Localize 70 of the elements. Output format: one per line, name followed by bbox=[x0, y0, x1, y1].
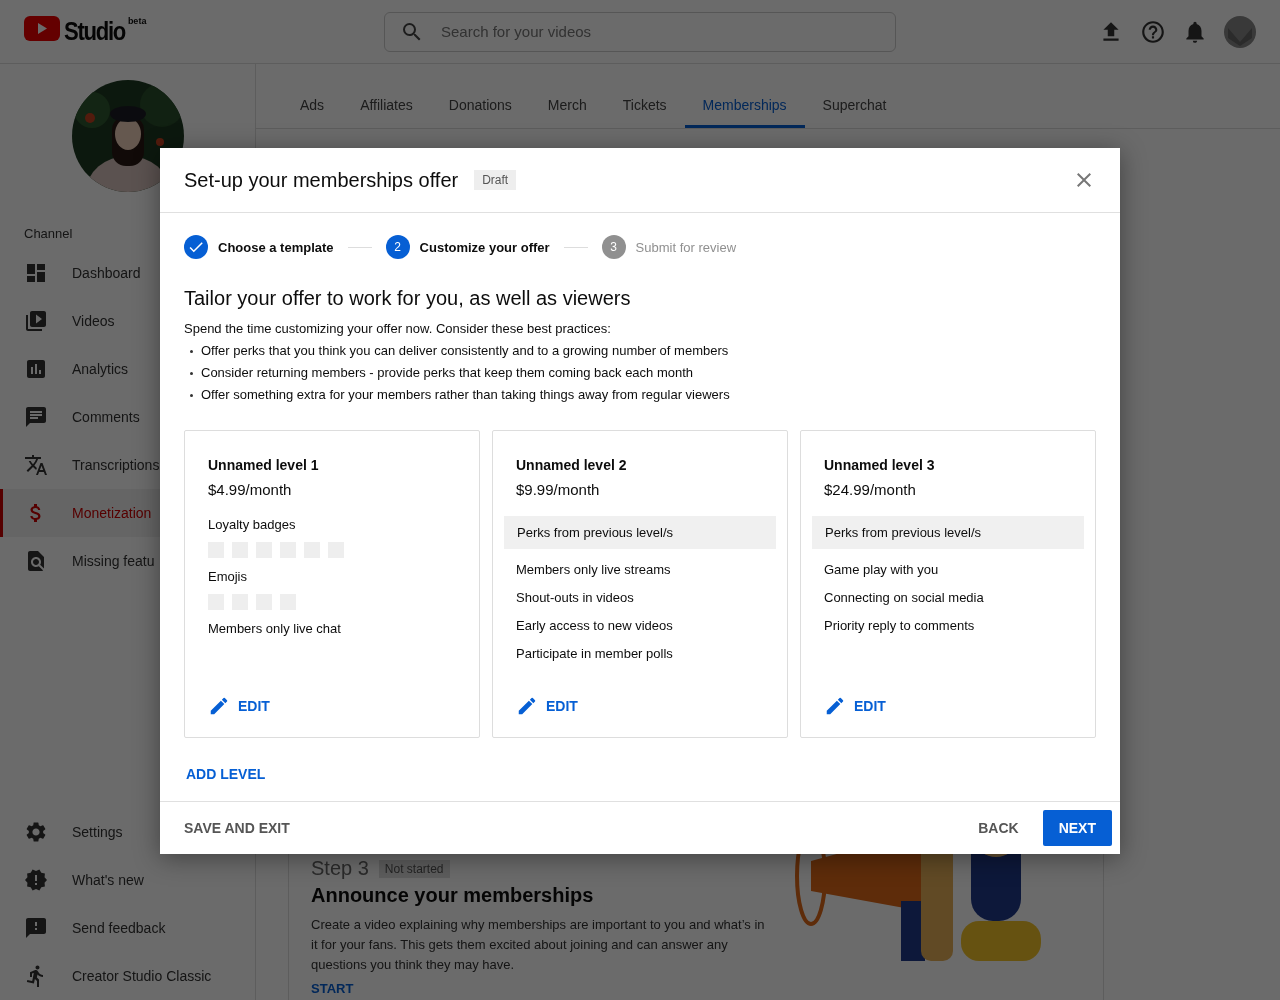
card-title: Announce your memberships bbox=[311, 884, 595, 907]
pencil-icon bbox=[824, 695, 846, 717]
bullet-icon bbox=[190, 349, 193, 353]
perk-text: Emojis bbox=[208, 568, 248, 586]
perk-text: Early access to new videos bbox=[516, 617, 674, 635]
bullet-icon bbox=[190, 371, 193, 375]
step-number: 3 bbox=[601, 235, 626, 259]
edit-button[interactable]: EDIT bbox=[208, 695, 270, 717]
nav-item[interactable]: Send feedback bbox=[0, 904, 255, 952]
level-name: Unnamed level 2 bbox=[516, 457, 628, 473]
step-label: Step 3 bbox=[311, 857, 369, 880]
draft-badge: Draft bbox=[474, 170, 517, 190]
perk-text: Game play with you bbox=[824, 561, 940, 579]
step-label: Choose a template bbox=[218, 239, 334, 255]
beta-label: beta bbox=[127, 16, 147, 26]
tab[interactable]: Superchat bbox=[804, 97, 905, 128]
badge-alert-icon bbox=[24, 868, 48, 892]
tab[interactable]: Donations bbox=[430, 97, 530, 128]
bullet-text: Offer perks that you think you can deliver consistently and to a growing number of members bbox=[201, 342, 729, 360]
back-button[interactable]: BACK bbox=[962, 810, 1035, 846]
pencil-icon bbox=[208, 695, 230, 717]
level-name: Unnamed level 3 bbox=[824, 457, 936, 473]
search-field[interactable]: Search for your videos bbox=[384, 11, 896, 52]
account-avatar-icon[interactable] bbox=[1224, 15, 1256, 48]
intro-text: Spend the time customizing your offer now. Consider these best practices: bbox=[184, 320, 612, 338]
step-label: Submit for review bbox=[635, 239, 737, 255]
step-label: Customize your offer bbox=[419, 239, 550, 255]
perk-text: Priority reply to comments bbox=[824, 617, 976, 635]
step-number: 2 bbox=[385, 235, 410, 259]
video-library-icon bbox=[24, 309, 48, 333]
help-icon[interactable] bbox=[1140, 18, 1166, 45]
settings-icon bbox=[24, 820, 48, 844]
pencil-icon bbox=[516, 695, 538, 717]
perk-text: Participate in member polls bbox=[516, 645, 674, 663]
perk-text: Members only live chat bbox=[208, 620, 342, 638]
perk-text: Shout-outs in videos bbox=[516, 589, 635, 607]
level-price: $9.99/month bbox=[516, 481, 601, 498]
feedback-icon bbox=[24, 916, 48, 940]
next-button[interactable]: NEXT bbox=[1042, 810, 1112, 846]
add-level-button[interactable]: ADD LEVEL bbox=[186, 766, 266, 782]
comment-icon bbox=[24, 405, 48, 429]
tab[interactable]: Merch bbox=[529, 97, 605, 128]
dashboard-icon bbox=[24, 261, 48, 285]
dialog-title: Set-up your memberships offer bbox=[184, 168, 459, 192]
logo-text: Studio bbox=[64, 16, 126, 47]
level-price: $24.99/month bbox=[824, 481, 917, 498]
nav-item[interactable]: What's new bbox=[0, 856, 255, 904]
nav-item[interactable]: Creator Studio Classic bbox=[0, 952, 255, 1000]
tab[interactable]: Affiliates bbox=[342, 97, 431, 128]
tab[interactable]: Ads bbox=[282, 97, 343, 128]
translate-icon bbox=[24, 453, 48, 477]
bullet-text: Consider returning members - provide perks that keep them coming back each month bbox=[201, 364, 694, 382]
bullet-text: Offer something extra for your members rather than taking things away from regular viewers bbox=[201, 386, 730, 404]
play-logo-icon bbox=[24, 16, 60, 41]
section-label: Channel bbox=[24, 226, 73, 241]
card-description: Create a video explaining why memberships are important to you and what’s in it for your fans. This gets them excited about joining and can answer any questions you think they may have. bbox=[311, 916, 766, 974]
edit-button[interactable]: EDIT bbox=[824, 695, 886, 717]
section-heading: Tailor your offer to work for you, as well as viewers bbox=[184, 287, 632, 310]
save-and-exit-button[interactable]: SAVE AND EXIT bbox=[184, 810, 306, 846]
bar-chart-icon bbox=[24, 357, 48, 381]
inherited-perks-bar: Perks from previous level/s bbox=[504, 516, 776, 549]
edit-button[interactable]: EDIT bbox=[516, 695, 578, 717]
level-name: Unnamed level 1 bbox=[208, 457, 320, 473]
inherited-perks-bar: Perks from previous level/s bbox=[812, 516, 1084, 549]
perk-text: Members only live streams bbox=[516, 561, 672, 579]
perk-text: Connecting on social media bbox=[824, 589, 985, 607]
bullet-icon bbox=[190, 393, 193, 397]
tab[interactable]: Tickets bbox=[604, 97, 685, 128]
tab[interactable]: Memberships bbox=[684, 97, 805, 128]
start-link[interactable]: START bbox=[311, 981, 354, 996]
